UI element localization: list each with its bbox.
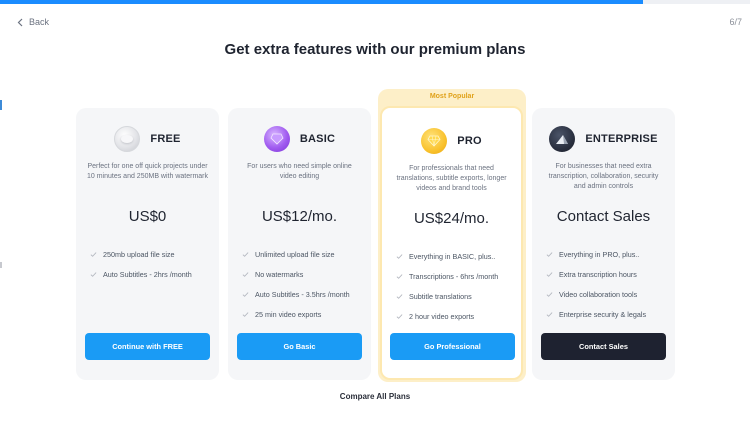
plan-name: BASIC <box>299 133 336 145</box>
plan-price: US$24/mo. <box>413 210 490 227</box>
plan-card-enterprise: ENTERPRISE For businesses that need extr… <box>532 108 675 380</box>
feature-item: 25 min video exports <box>242 304 350 324</box>
most-popular-badge: Most Popular <box>429 93 475 100</box>
plan-card-basic: BASIC For users who need simple online v… <box>228 108 371 380</box>
plan-description: For users who need simple online video e… <box>247 163 352 180</box>
feature-item: Everything in PRO, plus.. <box>546 244 646 264</box>
feature-item: Unlimited upload file size <box>242 244 350 264</box>
check-icon <box>396 253 403 259</box>
enterprise-plan-peak-icon <box>549 126 576 152</box>
edge-mark <box>0 100 2 110</box>
feature-item: Auto Subtitles - 3.5hrs /month <box>242 284 350 304</box>
feature-text: Auto Subtitles - 2hrs /month <box>103 269 192 279</box>
basic-plan-gem-icon <box>263 126 290 152</box>
plan-description: Perfect for one off quick projects under… <box>87 163 208 180</box>
feature-text: 25 min video exports <box>255 309 322 319</box>
feature-text: Everything in BASIC, plus.. <box>409 251 496 261</box>
feature-item: Extra transcription hours <box>546 264 646 284</box>
feature-text: Enterprise security & legals <box>559 309 647 319</box>
check-icon <box>396 293 403 299</box>
check-icon <box>90 271 97 277</box>
feature-item: Subtitle translations <box>396 286 498 306</box>
feature-item: Everything in BASIC, plus.. <box>396 246 498 266</box>
plan-header: ENTERPRISE <box>532 126 675 152</box>
feature-text: Auto Subtitles - 3.5hrs /month <box>255 289 350 299</box>
progress-track <box>0 0 750 4</box>
feature-list: 250mb upload file size Auto Subtitles - … <box>90 244 192 284</box>
feature-text: No watermarks <box>255 269 304 279</box>
check-icon <box>546 271 553 277</box>
check-icon <box>242 291 249 297</box>
feature-text: Everything in PRO, plus.. <box>559 249 640 259</box>
back-label: Back <box>29 17 50 27</box>
feature-text: 250mb upload file size <box>103 249 175 259</box>
check-icon <box>90 251 97 257</box>
feature-item: Enterprise security & legals <box>546 304 646 324</box>
edge-mark <box>0 262 2 268</box>
page-title: Get extra features with our premium plan… <box>224 41 526 58</box>
plan-header: FREE <box>76 126 219 152</box>
plan-description: For businesses that need extra transcrip… <box>548 163 659 190</box>
check-icon <box>546 251 553 257</box>
feature-item: No watermarks <box>242 264 350 284</box>
feature-item: 250mb upload file size <box>90 244 192 264</box>
plan-card-pro: PRO For professionals that need translat… <box>380 106 523 380</box>
free-plan-orb-icon <box>114 126 141 152</box>
check-icon <box>396 313 403 319</box>
feature-text: Extra transcription hours <box>559 269 637 279</box>
pro-plan-diamond-icon <box>421 128 448 154</box>
contact-sales-button[interactable]: Contact Sales <box>541 333 666 360</box>
continue-free-button[interactable]: Continue with FREE <box>85 333 210 360</box>
feature-item: Transcriptions - 6hrs /month <box>396 266 498 286</box>
plan-name: PRO <box>457 135 482 147</box>
check-icon <box>546 291 553 297</box>
step-counter: 6/7 <box>729 17 742 27</box>
feature-text: Video collaboration tools <box>559 289 638 299</box>
plan-header: BASIC <box>228 126 371 152</box>
compare-all-plans-link[interactable]: Compare All Plans <box>0 392 750 401</box>
feature-item: Auto Subtitles - 2hrs /month <box>90 264 192 284</box>
plan-price: Contact Sales <box>556 208 651 225</box>
progress-fill <box>0 0 643 4</box>
feature-text: Unlimited upload file size <box>255 249 335 259</box>
check-icon <box>242 251 249 257</box>
check-icon <box>242 271 249 277</box>
go-professional-button[interactable]: Go Professional <box>390 333 515 360</box>
plan-price: US$0 <box>128 208 167 225</box>
feature-list: Unlimited upload file size No watermarks… <box>242 244 350 324</box>
check-icon <box>242 311 249 317</box>
plan-name: ENTERPRISE <box>585 133 658 145</box>
plan-header: PRO <box>382 128 521 154</box>
feature-list: Everything in PRO, plus.. Extra transcri… <box>546 244 646 324</box>
feature-text: 2 hour video exports <box>409 311 475 321</box>
plan-name: FREE <box>150 133 181 145</box>
check-icon <box>396 273 403 279</box>
feature-text: Subtitle translations <box>409 291 472 301</box>
plan-price: US$12/mo. <box>261 208 338 225</box>
feature-list: Everything in BASIC, plus.. Transcriptio… <box>396 246 498 326</box>
back-button[interactable]: Back <box>17 17 49 27</box>
chevron-left-icon <box>17 18 23 26</box>
plan-card-free: FREE Perfect for one off quick projects … <box>76 108 219 380</box>
feature-text: Transcriptions - 6hrs /month <box>409 271 499 281</box>
check-icon <box>546 311 553 317</box>
go-basic-button[interactable]: Go Basic <box>237 333 362 360</box>
feature-item: Video collaboration tools <box>546 284 646 304</box>
feature-item: 2 hour video exports <box>396 306 498 326</box>
plan-description: For professionals that need translations… <box>396 165 507 192</box>
